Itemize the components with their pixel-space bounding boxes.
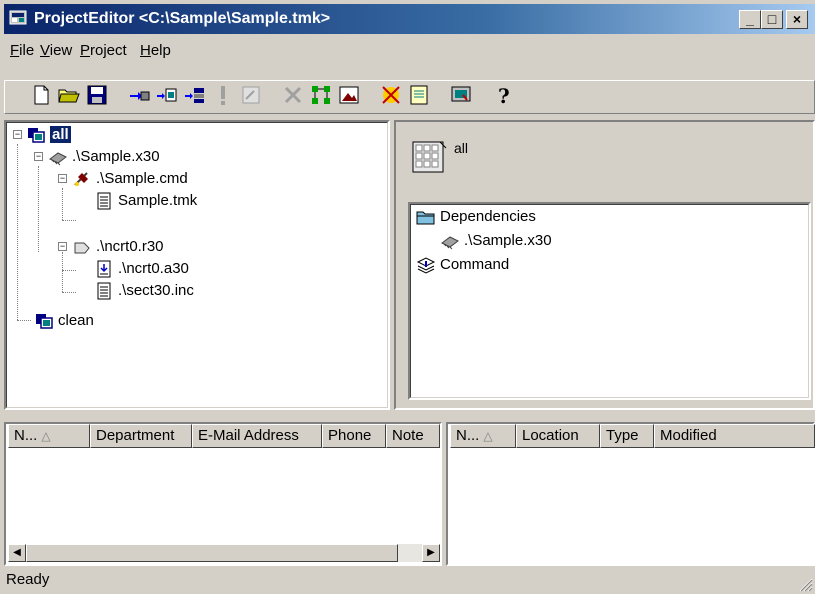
column-header-phone[interactable]: Phone [322,424,386,448]
window-title: ProjectEditor <C:\Sample\Sample.tmk> [34,10,331,27]
status-bar: Ready [0,566,815,594]
menu-help[interactable]: Help [140,42,171,59]
wizard-icon[interactable] [378,82,404,108]
tree-node-sample-cmd[interactable]: .\Sample.cmd [72,168,188,190]
sort-ascending-icon: △ [41,429,51,443]
tree-line [38,166,39,252]
close-button[interactable]: × [786,10,808,29]
project-editor-window: ProjectEditor <C:\Sample\Sample.tmk> _ □… [0,0,815,594]
status-text: Ready [6,571,50,588]
tree-node-sample-tmk[interactable]: Sample.tmk [94,190,197,212]
collapse-toggle[interactable]: − [58,174,67,183]
collapse-toggle[interactable]: − [13,130,22,139]
toolbar: ? [4,78,815,118]
tree-node-ncrt0-a30[interactable]: .\ncrt0.a30 [94,258,189,280]
sort-ascending-icon: △ [483,429,493,443]
document-icon [97,282,111,300]
exclaim-icon[interactable] [210,82,236,108]
tree-node-all[interactable]: all [26,124,71,146]
properties-icon[interactable] [238,82,264,108]
menu-project[interactable]: Project [80,42,127,59]
tree-node-ncrt0-r30[interactable]: .\ncrt0.r30 [72,236,164,258]
title-bar[interactable]: ProjectEditor <C:\Sample\Sample.tmk> _ □… [4,4,815,34]
chip-icon [441,236,459,250]
target-icon [36,314,53,329]
command-icon [74,172,88,187]
open-folder-icon[interactable] [56,82,82,108]
object-icon [74,242,90,254]
scroll-thumb[interactable] [26,544,398,562]
scroll-right-button[interactable]: ▶ [422,544,440,562]
image-icon[interactable] [336,82,362,108]
tree-line [62,188,63,220]
tree-line [17,320,31,321]
save-icon[interactable] [84,82,110,108]
tree-node-clean[interactable]: clean [34,310,94,332]
tree-line [17,144,18,320]
new-icon[interactable] [28,82,54,108]
target-icon [28,128,45,143]
project-tree-panel[interactable]: − − − − all .\Sample.x30 .\Sample.cmd Sa… [4,120,390,410]
dependency-sample-x30[interactable]: .\Sample.x30 [440,230,552,252]
collapse-toggle[interactable]: − [34,152,43,161]
minimize-button[interactable]: _ [739,10,761,29]
tree-node-sample-x30[interactable]: .\Sample.x30 [48,146,160,168]
target-large-icon [412,141,447,173]
scroll-left-button[interactable]: ◀ [8,544,26,562]
tree-node-sect30-inc[interactable]: .\sect30.inc [94,280,194,302]
notepad-icon[interactable] [406,82,432,108]
right-list-view[interactable]: N... △ Location Type Modified [446,422,815,566]
column-header-type[interactable]: Type [600,424,654,448]
collapse-toggle[interactable]: − [58,242,67,251]
screen-icon[interactable] [448,82,474,108]
detail-title: all [454,140,469,156]
dependencies-item[interactable]: Dependencies [416,206,536,228]
tree-icon[interactable] [308,82,334,108]
asm-file-icon [97,260,111,278]
help-icon[interactable]: ? [490,82,516,108]
menu-bar: File View Project Help [4,36,815,62]
left-list-view[interactable]: N... △ Department E-Mail Address Phone No… [4,422,442,566]
folder-icon [416,211,435,225]
detail-panel: all Dependencies .\Sample.x30 Command [394,120,815,410]
command-item[interactable]: Command [416,254,509,276]
horizontal-scrollbar[interactable]: ◀ ▶ [8,544,440,562]
make-all-icon[interactable] [182,82,208,108]
rebuild-icon[interactable] [154,82,180,108]
menu-file[interactable]: File [10,42,34,59]
menu-view[interactable]: View [40,42,72,59]
resize-grip-icon[interactable] [797,576,813,592]
column-header-department[interactable]: Department [90,424,192,448]
column-header-email[interactable]: E-Mail Address [192,424,322,448]
svg-text:?: ? [498,84,510,108]
tree-line [62,220,76,221]
chip-icon [49,152,67,166]
delete-icon[interactable] [280,82,306,108]
column-header-name[interactable]: N... △ [8,424,90,448]
dependency-list[interactable]: Dependencies .\Sample.x30 Command [408,202,811,400]
column-header-location[interactable]: Location [516,424,600,448]
tree-line [62,292,76,293]
tree-line [62,252,63,292]
build-icon[interactable] [126,82,152,108]
maximize-button[interactable]: □ [761,10,783,29]
column-header-name[interactable]: N... △ [450,424,516,448]
stack-icon [416,257,436,274]
tree-line [62,270,76,271]
document-icon [97,192,111,210]
column-header-note[interactable]: Note [386,424,440,448]
column-header-modified[interactable]: Modified [654,424,815,448]
app-icon [9,10,27,25]
